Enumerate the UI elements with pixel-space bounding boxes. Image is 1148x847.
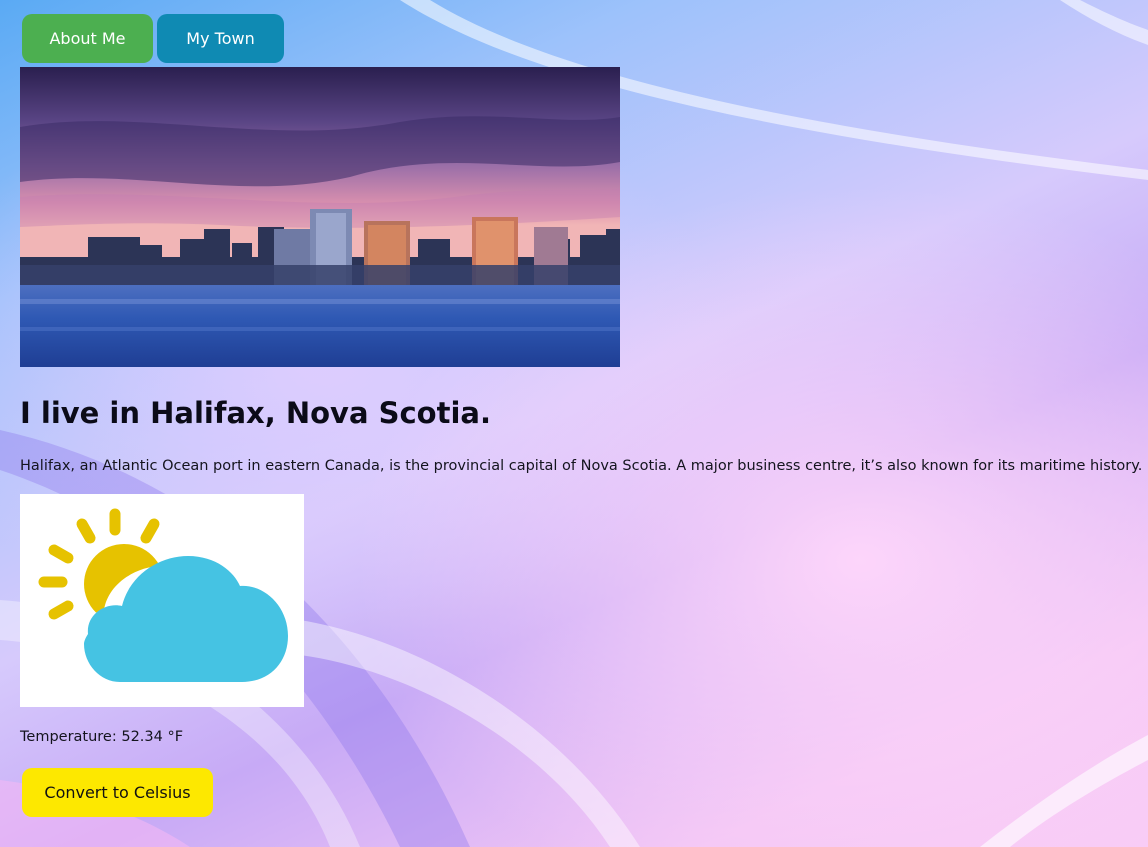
page-heading: I live in Halifax, Nova Scotia. [20,396,491,430]
halifax-skyline-photo [20,67,620,367]
temperature-readout: Temperature: 52.34 °F [20,729,184,745]
my-town-button[interactable]: My Town [157,14,284,63]
partly-cloudy-icon [38,508,293,682]
convert-to-celsius-button[interactable]: Convert to Celsius [22,768,213,817]
weather-image [20,494,304,707]
town-description: Halifax, an Atlantic Ocean port in easte… [20,458,1143,474]
about-me-button[interactable]: About Me [22,14,153,63]
